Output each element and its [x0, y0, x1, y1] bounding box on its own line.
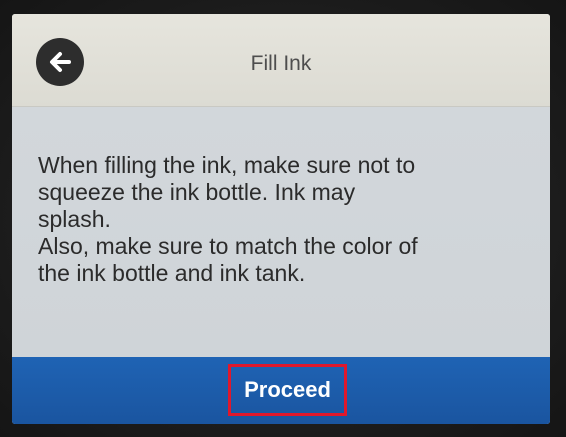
lcd-screen: Fill Ink When filling the ink, make sure… — [12, 14, 550, 424]
proceed-button[interactable]: Proceed — [228, 364, 347, 416]
page-title: Fill Ink — [250, 52, 312, 75]
header-bar: Fill Ink — [12, 14, 550, 107]
device-bezel: Fill Ink When filling the ink, make sure… — [0, 0, 566, 437]
footer-bar: Proceed — [12, 357, 550, 424]
message-area: When filling the ink, make sure not to s… — [12, 107, 550, 357]
instruction-text: When filling the ink, make sure not to s… — [38, 152, 418, 286]
